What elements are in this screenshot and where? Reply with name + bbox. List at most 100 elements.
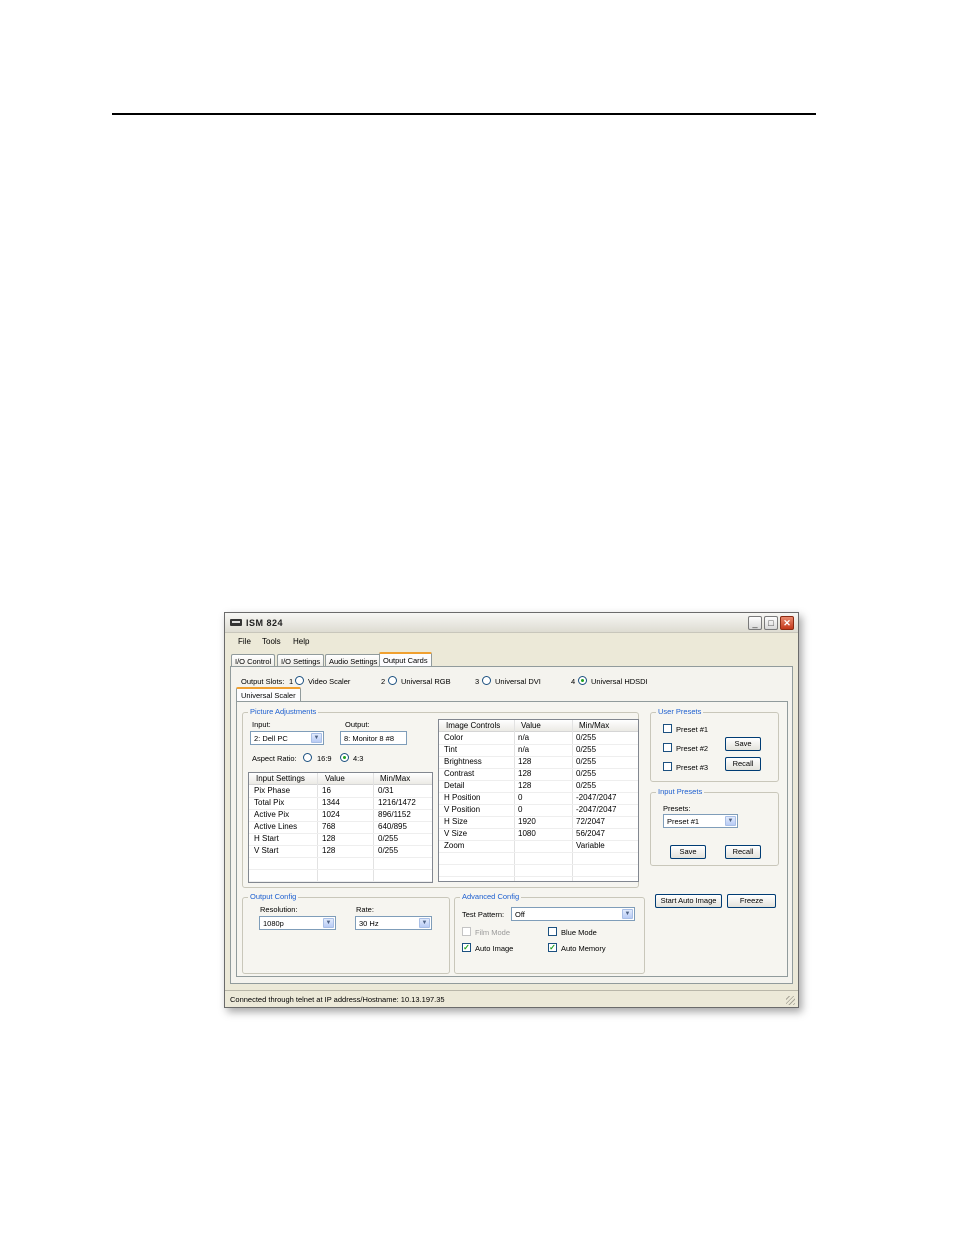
table-cell: 640/895: [378, 822, 407, 831]
slot-3-radio[interactable]: [482, 676, 491, 685]
minimize-button[interactable]: _: [748, 616, 762, 630]
test-pattern-select-value: Off: [515, 910, 525, 919]
chevron-down-icon: ▼: [419, 918, 430, 928]
table-cell: 0/255: [576, 745, 597, 754]
slot-2-radio[interactable]: [388, 676, 397, 685]
preset-3-checkbox[interactable]: [663, 762, 672, 771]
row-divider: [249, 869, 432, 870]
table-cell: n/a: [518, 733, 530, 742]
slot-4-number: 4: [571, 677, 576, 686]
user-presets-group: User Presets Preset #1 Preset #2 Preset …: [650, 707, 779, 782]
tab-output-cards[interactable]: Output Cards: [379, 652, 432, 667]
preset-1-label: Preset #1: [676, 725, 709, 734]
table-cell: V Size: [444, 829, 468, 838]
table-cell: Variable: [576, 841, 605, 850]
auto-image-label: Auto Image: [475, 944, 514, 953]
table-cell: 0/31: [378, 786, 394, 795]
table-cell: 128: [518, 769, 532, 778]
presets-select-value: Preset #1: [667, 817, 700, 826]
resolution-select[interactable]: 1080p ▼: [259, 916, 336, 930]
advanced-config-title: Advanced Config: [460, 892, 522, 901]
input-settings-header: Input Settings Value Min/Max: [249, 773, 432, 785]
table-cell: 1024: [322, 810, 340, 819]
table-cell: Total Pix: [254, 798, 285, 807]
table-cell: 0/255: [378, 846, 399, 855]
tab-universal-scaler[interactable]: Universal Scaler: [236, 687, 301, 702]
test-pattern-select[interactable]: Off ▼: [511, 907, 635, 921]
output-label: Output:: [345, 720, 370, 729]
start-auto-image-button[interactable]: Start Auto Image: [655, 894, 722, 908]
presets-select[interactable]: Preset #1 ▼: [663, 814, 738, 828]
row-divider: [439, 780, 638, 781]
slot-4-radio[interactable]: [578, 676, 587, 685]
table-cell: H Size: [444, 817, 468, 826]
table-cell: 0: [518, 805, 523, 814]
table-cell: Pix Phase: [254, 786, 291, 795]
film-mode-checkbox[interactable]: [462, 927, 471, 936]
input-presets-save-button[interactable]: Save: [670, 845, 706, 859]
picture-adjustments-group: Picture Adjustments Input: 2: Dell PC ▼ …: [242, 707, 639, 888]
input-settings-col-minmax: Min/Max: [380, 774, 411, 783]
table-cell: V Position: [444, 805, 481, 814]
input-presets-group: Input Presets Presets: Preset #1 ▼ Save …: [650, 787, 779, 866]
row-divider: [439, 816, 638, 817]
output-slots-label: Output Slots:: [241, 677, 285, 686]
preset-2-checkbox[interactable]: [663, 743, 672, 752]
aspect-4-3-radio[interactable]: [340, 753, 349, 762]
film-mode-label: Film Mode: [475, 928, 511, 937]
table-cell: 56/2047: [576, 829, 605, 838]
blue-mode-checkbox[interactable]: [548, 927, 557, 936]
preset-1-checkbox[interactable]: [663, 724, 672, 733]
chevron-down-icon: ▼: [323, 918, 334, 928]
user-presets-save-button[interactable]: Save: [725, 737, 761, 751]
aspect-16-9-label: 16:9: [317, 754, 332, 763]
slot-3-label: Universal DVI: [495, 677, 541, 686]
input-select[interactable]: 2: Dell PC ▼: [250, 731, 324, 745]
table-cell: 896/1152: [378, 810, 411, 819]
maximize-button[interactable]: □: [764, 616, 778, 630]
input-presets-recall-button[interactable]: Recall: [725, 845, 761, 859]
output-config-title: Output Config: [248, 892, 299, 901]
menu-file[interactable]: File: [238, 637, 251, 646]
menu-bar: File Tools Help: [225, 634, 798, 648]
table-cell: H Position: [444, 793, 481, 802]
slot-4-label: Universal HDSDI: [591, 677, 648, 686]
user-presets-recall-button[interactable]: Recall: [725, 757, 761, 771]
resize-grip-icon[interactable]: [786, 996, 795, 1005]
header-rule: [112, 113, 816, 115]
table-cell: Tint: [444, 745, 458, 754]
close-button[interactable]: ✕: [780, 616, 794, 630]
image-controls-table[interactable]: Image Controls Value Min/Max Color n/a 0/2…: [438, 719, 639, 882]
table-cell: Color: [444, 733, 464, 742]
table-cell: 128: [322, 846, 336, 855]
check-icon: ✓: [549, 943, 556, 952]
blue-mode-label: Blue Mode: [561, 928, 597, 937]
image-controls-col-minmax: Min/Max: [579, 721, 610, 730]
auto-memory-checkbox[interactable]: ✓: [548, 943, 557, 952]
table-cell: Brightness: [444, 757, 482, 766]
freeze-button[interactable]: Freeze: [727, 894, 776, 908]
menu-help[interactable]: Help: [293, 637, 309, 646]
auto-image-checkbox[interactable]: ✓: [462, 943, 471, 952]
input-settings-table[interactable]: Input Settings Value Min/Max Pix Phase 16…: [248, 772, 433, 883]
chevron-down-icon: ▼: [622, 909, 633, 919]
table-cell: Active Pix: [254, 810, 290, 819]
test-pattern-label: Test Pattern:: [462, 910, 505, 919]
auto-memory-label: Auto Memory: [561, 944, 606, 953]
rate-select[interactable]: 30 Hz ▼: [355, 916, 432, 930]
table-cell: -2047/2047: [576, 793, 617, 802]
row-divider: [439, 828, 638, 829]
input-settings-col-value: Value: [325, 774, 345, 783]
table-cell: 128: [518, 757, 532, 766]
slot-1-radio[interactable]: [295, 676, 304, 685]
table-cell: -2047/2047: [576, 805, 617, 814]
output-field[interactable]: 8: Monitor 8 #8: [340, 731, 407, 745]
row-divider: [439, 744, 638, 745]
table-cell: 128: [322, 834, 336, 843]
table-cell: 0: [518, 793, 523, 802]
aspect-16-9-radio[interactable]: [303, 753, 312, 762]
table-cell: 0/255: [576, 769, 597, 778]
preset-3-label: Preset #3: [676, 763, 709, 772]
column-divider: [373, 773, 374, 882]
menu-tools[interactable]: Tools: [262, 637, 281, 646]
